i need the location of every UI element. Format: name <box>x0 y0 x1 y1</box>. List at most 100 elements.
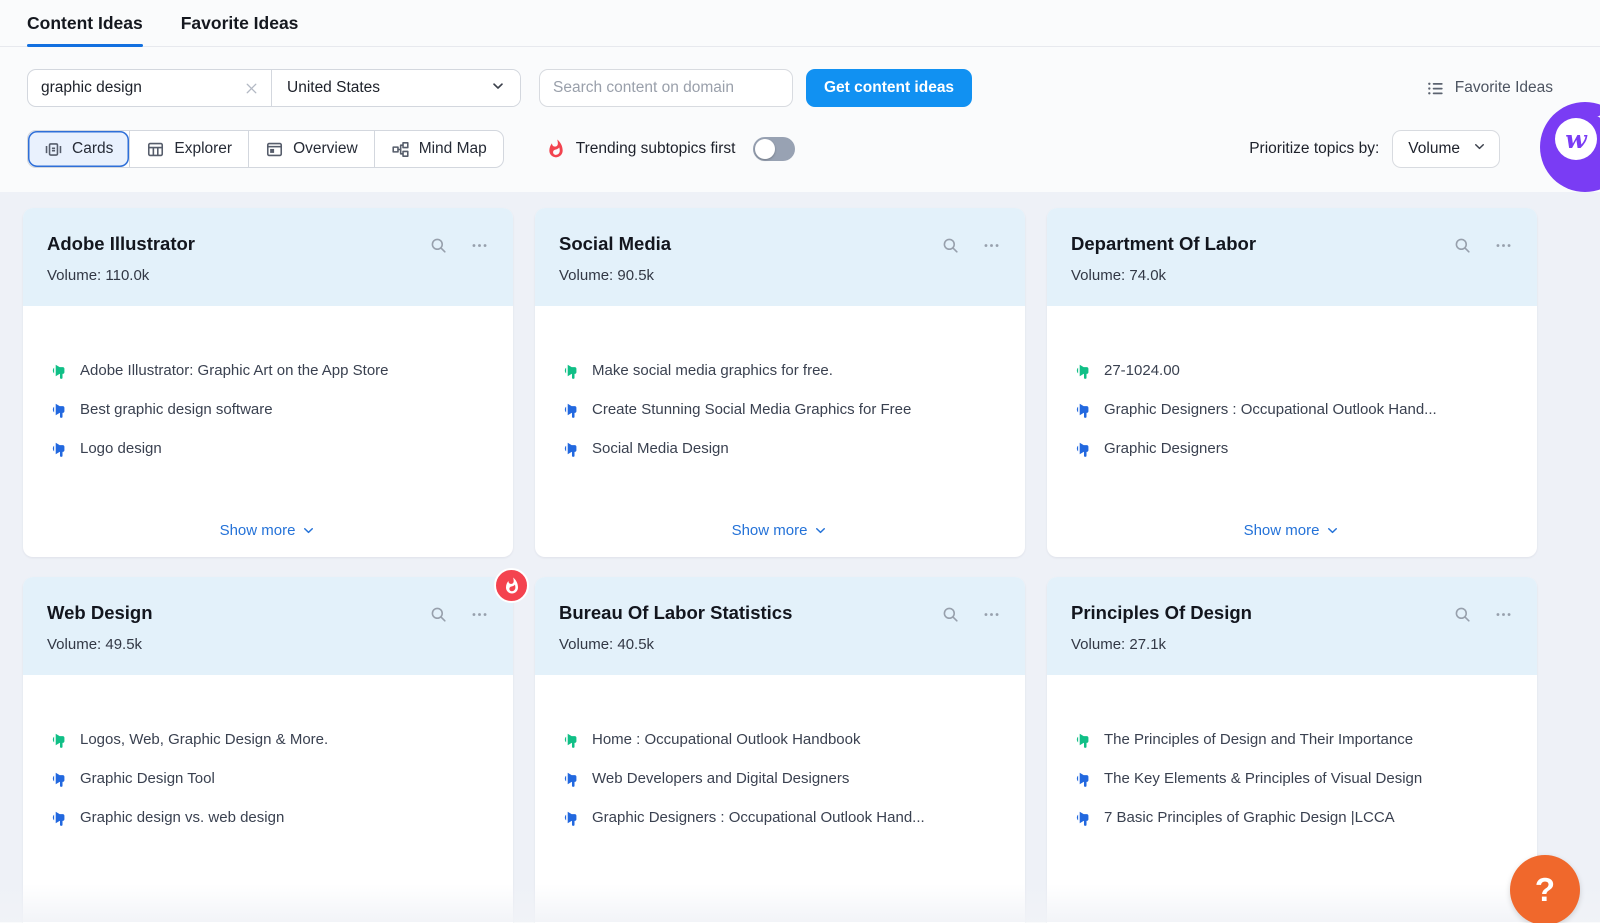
more-options-icon[interactable] <box>1494 236 1513 255</box>
idea-item[interactable]: The Key Elements & Principles of Visual … <box>1071 768 1513 790</box>
domain-search-input[interactable] <box>539 69 793 107</box>
search-topic-icon[interactable] <box>941 605 960 624</box>
sparkle-icon: ✦ <box>1596 108 1600 126</box>
show-more-label: Show more <box>732 522 808 539</box>
view-explorer-button[interactable]: Explorer <box>129 131 248 167</box>
megaphone-icon <box>1071 769 1090 788</box>
search-topic-icon[interactable] <box>1453 605 1472 624</box>
more-options-icon[interactable] <box>470 605 489 624</box>
help-button[interactable]: ? <box>1510 855 1580 923</box>
idea-text: The Principles of Design and Their Impor… <box>1104 729 1413 751</box>
favorite-ideas-label: Favorite Ideas <box>1455 79 1553 97</box>
card-header: Web Design Volume: 49.5k <box>23 577 513 675</box>
topic-card-web-design: Web Design Volume: 49.5k Logos, Web, Gra… <box>23 577 513 923</box>
idea-item[interactable]: Web Developers and Digital Designers <box>559 768 1001 790</box>
topic-volume: Volume: 90.5k <box>559 267 1001 284</box>
card-header: Social Media Volume: 90.5k <box>535 208 1025 306</box>
explorer-icon <box>146 140 165 159</box>
topic-card-adobe-illustrator: Adobe Illustrator Volume: 110.0k Adobe I… <box>23 208 513 557</box>
search-group: United States <box>27 69 521 107</box>
country-value: United States <box>287 79 380 97</box>
idea-text: Social Media Design <box>592 438 729 460</box>
favorite-ideas-link[interactable]: Favorite Ideas <box>1426 79 1553 98</box>
idea-text: Graphic design vs. web design <box>80 807 284 829</box>
tab-favorite-ideas[interactable]: Favorite Ideas <box>181 0 299 46</box>
card-body: Make social media graphics for free. Cre… <box>535 306 1025 557</box>
view-cards-button[interactable]: Cards <box>28 131 129 167</box>
megaphone-icon <box>47 769 66 788</box>
idea-item[interactable]: Social Media Design <box>559 438 1001 460</box>
idea-item[interactable]: Adobe Illustrator: Graphic Art on the Ap… <box>47 360 489 382</box>
more-options-icon[interactable] <box>982 236 1001 255</box>
topic-volume: Volume: 74.0k <box>1071 267 1513 284</box>
megaphone-icon <box>559 439 578 458</box>
chevron-down-icon <box>490 78 506 99</box>
megaphone-icon <box>1071 400 1090 419</box>
assistant-monogram: w <box>1565 127 1587 152</box>
topic-card-principles-of-design: Principles Of Design Volume: 27.1k The P… <box>1047 577 1537 923</box>
get-content-ideas-button[interactable]: Get content ideas <box>806 69 972 107</box>
card-body: Adobe Illustrator: Graphic Art on the Ap… <box>23 306 513 557</box>
idea-item[interactable]: Graphic design vs. web design <box>47 807 489 829</box>
megaphone-icon <box>47 808 66 827</box>
card-header: Adobe Illustrator Volume: 110.0k <box>23 208 513 306</box>
megaphone-icon <box>47 730 66 749</box>
show-more-button[interactable]: Show more <box>220 522 317 543</box>
card-body: Logos, Web, Graphic Design & More. Graph… <box>23 675 513 923</box>
idea-text: 7 Basic Principles of Graphic Design |LC… <box>1104 807 1395 829</box>
idea-item[interactable]: 7 Basic Principles of Graphic Design |LC… <box>1071 807 1513 829</box>
idea-item[interactable]: Graphic Design Tool <box>47 768 489 790</box>
flame-icon <box>546 139 566 159</box>
prioritize-select[interactable]: Volume <box>1392 130 1500 168</box>
idea-text: Graphic Designers : Occupational Outlook… <box>592 807 925 829</box>
idea-item[interactable]: Graphic Designers : Occupational Outlook… <box>559 807 1001 829</box>
view-overview-label: Overview <box>293 140 358 158</box>
trending-badge-icon <box>494 568 529 603</box>
megaphone-icon <box>1071 439 1090 458</box>
show-more-button[interactable]: Show more <box>1244 522 1341 543</box>
keyword-input[interactable] <box>41 79 241 97</box>
view-mindmap-button[interactable]: Mind Map <box>374 131 503 167</box>
show-more-label: Show more <box>220 522 296 539</box>
search-topic-icon[interactable] <box>429 605 448 624</box>
cards-grid: Adobe Illustrator Volume: 110.0k Adobe I… <box>23 208 1537 923</box>
cards-icon <box>44 140 63 159</box>
more-options-icon[interactable] <box>982 605 1001 624</box>
topic-title: Department Of Labor <box>1071 233 1513 255</box>
idea-item[interactable]: Graphic Designers : Occupational Outlook… <box>1071 399 1513 421</box>
idea-item[interactable]: Home : Occupational Outlook Handbook <box>559 729 1001 751</box>
show-more-button[interactable]: Show more <box>732 522 829 543</box>
search-topic-icon[interactable] <box>429 236 448 255</box>
assistant-widget-logo: w <box>1555 118 1597 160</box>
idea-item[interactable]: Logo design <box>47 438 489 460</box>
trending-subtopics-toggle[interactable] <box>753 137 795 161</box>
search-topic-icon[interactable] <box>1453 236 1472 255</box>
idea-item[interactable]: Best graphic design software <box>47 399 489 421</box>
help-question-mark: ? <box>1535 871 1555 909</box>
idea-item[interactable]: 27-1024.00 <box>1071 360 1513 382</box>
megaphone-icon <box>559 361 578 380</box>
toggle-knob <box>755 139 775 159</box>
view-switcher: Cards Explorer Overview Mind Map <box>27 130 504 168</box>
country-select[interactable]: United States <box>271 70 520 106</box>
view-mindmap-label: Mind Map <box>419 140 487 158</box>
more-options-icon[interactable] <box>1494 605 1513 624</box>
card-header: Department Of Labor Volume: 74.0k <box>1047 208 1537 306</box>
trending-subtopics-control: Trending subtopics first <box>546 137 796 161</box>
more-options-icon[interactable] <box>470 236 489 255</box>
prioritize-label: Prioritize topics by: <box>1249 140 1379 158</box>
idea-item[interactable]: Logos, Web, Graphic Design & More. <box>47 729 489 751</box>
filters-panel: United States Get content ideas Favorite… <box>0 47 1600 192</box>
view-overview-button[interactable]: Overview <box>248 131 374 167</box>
idea-item[interactable]: The Principles of Design and Their Impor… <box>1071 729 1513 751</box>
prioritize-control: Prioritize topics by: Volume <box>1249 130 1500 168</box>
clear-keyword-icon[interactable] <box>241 78 261 98</box>
card-body: Home : Occupational Outlook Handbook Web… <box>535 675 1025 923</box>
megaphone-icon <box>1071 730 1090 749</box>
idea-item[interactable]: Graphic Designers <box>1071 438 1513 460</box>
idea-item[interactable]: Make social media graphics for free. <box>559 360 1001 382</box>
idea-item[interactable]: Create Stunning Social Media Graphics fo… <box>559 399 1001 421</box>
tab-content-ideas[interactable]: Content Ideas <box>27 0 143 46</box>
megaphone-icon <box>47 439 66 458</box>
search-topic-icon[interactable] <box>941 236 960 255</box>
